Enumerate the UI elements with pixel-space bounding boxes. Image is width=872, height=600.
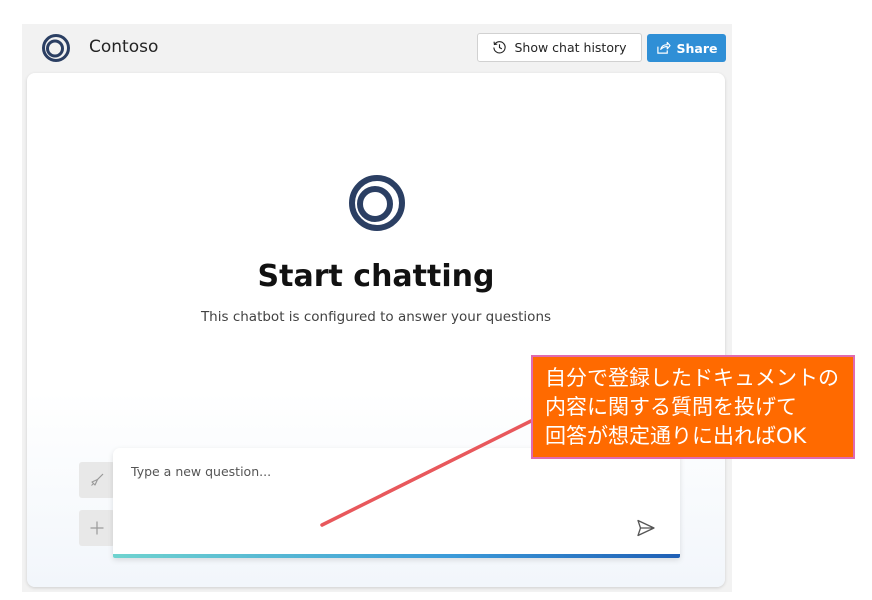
- share-label: Share: [676, 40, 718, 56]
- chat-app: Contoso Show chat history Share Start ch…: [22, 24, 732, 592]
- question-input[interactable]: Type a new question...: [113, 448, 680, 558]
- new-chat-button[interactable]: [79, 510, 115, 546]
- send-icon[interactable]: [636, 518, 656, 538]
- app-title: Contoso: [89, 37, 159, 57]
- broom-icon: [91, 473, 104, 486]
- clear-chat-button[interactable]: [79, 462, 115, 498]
- question-input-placeholder: Type a new question...: [131, 464, 272, 479]
- start-chatting-title: Start chatting: [257, 259, 495, 294]
- contoso-logo-large-icon: [349, 175, 405, 231]
- input-accent-bar: [113, 554, 680, 558]
- plus-icon: [90, 521, 104, 535]
- callout-line-1: 自分で登録したドキュメントの: [545, 366, 839, 390]
- contoso-logo-icon: [42, 34, 70, 62]
- show-chat-history-label: Show chat history: [514, 40, 627, 55]
- chat-panel: Start chatting This chatbot is configure…: [27, 73, 725, 587]
- share-button[interactable]: Share: [647, 34, 726, 62]
- callout-line-3: 回答が想定通りに出ればOK: [545, 424, 807, 448]
- callout-line-2: 内容に関する質問を投げて: [545, 395, 797, 419]
- history-clock-icon: [493, 41, 507, 54]
- share-icon: [656, 41, 671, 54]
- start-chatting-subtitle: This chatbot is configured to answer you…: [200, 309, 552, 325]
- app-header: Contoso Show chat history Share: [22, 24, 732, 72]
- show-chat-history-button[interactable]: Show chat history: [477, 33, 642, 62]
- annotation-callout: 自分で登録したドキュメントの 内容に関する質問を投げて 回答が想定通りに出ればO…: [531, 355, 855, 459]
